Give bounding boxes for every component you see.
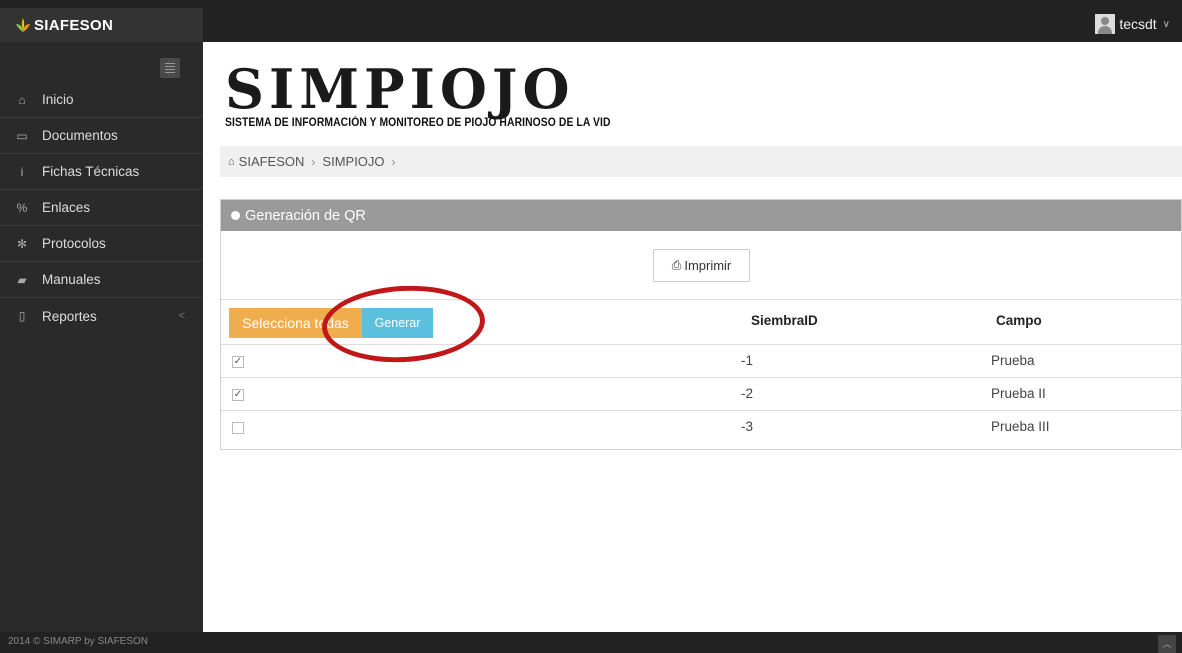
siembra-id-cell: -1	[741, 353, 754, 368]
print-icon: ⎙	[671, 258, 682, 272]
print-button-label: Imprimir	[684, 258, 732, 273]
sidebar-item-inicio[interactable]: ⌂ Inicio	[0, 82, 203, 118]
campo-cell: Prueba II	[991, 386, 1046, 401]
home-icon: ⌂	[18, 92, 26, 107]
sidebar-item-label: Protocolos	[42, 236, 106, 251]
user-menu[interactable]: tecsdt ∨	[1095, 14, 1170, 34]
table-row: ✓ -2 Prueba II	[221, 377, 1181, 410]
top-navbar: SIAFESON tecsdt ∨	[0, 0, 1182, 42]
file-icon: ▯	[18, 309, 26, 323]
panel-title: Generación de QR	[245, 207, 366, 224]
user-name: tecsdt	[1119, 16, 1157, 32]
footer: 2014 © SIMARP by SIAFESON ︿	[0, 632, 1182, 653]
sidebar-item-reportes[interactable]: ▯ Reportes <	[0, 298, 203, 334]
breadcrumb-separator: ›	[391, 154, 396, 169]
brand-name: SIAFESON	[34, 16, 114, 34]
circle-icon	[231, 211, 240, 220]
column-header-campo: Campo	[996, 313, 1042, 328]
chevron-left-icon: <	[178, 310, 185, 322]
info-icon: i	[20, 164, 24, 179]
gear-icon: ✻	[16, 236, 28, 251]
row-checkbox[interactable]: ✓	[232, 356, 244, 368]
sidebar-item-label: Inicio	[42, 92, 74, 107]
link-icon: %	[16, 200, 28, 215]
table-row: -3 Prueba III	[221, 410, 1181, 443]
sidebar-item-enlaces[interactable]: % Enlaces	[0, 190, 203, 226]
book-icon: ▰	[17, 272, 27, 287]
sidebar-item-label: Manuales	[42, 272, 101, 287]
sidebar-item-fichas-tecnicas[interactable]: i Fichas Técnicas	[0, 154, 203, 190]
campo-cell: Prueba III	[991, 419, 1050, 434]
print-button[interactable]: ⎙ Imprimir	[653, 249, 750, 282]
breadcrumb-separator: ›	[311, 154, 316, 169]
folder-icon: ▭	[16, 128, 28, 143]
sidebar-item-label: Enlaces	[42, 200, 91, 215]
panel-header: Generación de QR	[221, 200, 1181, 231]
sidebar-item-manuales[interactable]: ▰ Manuales	[0, 262, 203, 298]
page-subtitle: SISTEMA DE INFORMACIÓN Y MONITOREO DE PI…	[225, 117, 611, 129]
home-icon: ⌂	[228, 155, 235, 168]
sidebar-item-documentos[interactable]: ▭ Documentos	[0, 118, 203, 154]
breadcrumb-item-siafeson[interactable]: SIAFESON	[239, 154, 305, 169]
breadcrumb-item-simpiojo[interactable]: SIMPIOJO	[322, 154, 384, 169]
scroll-top-icon[interactable]: ︿	[1158, 635, 1176, 653]
brand[interactable]: SIAFESON	[0, 8, 203, 42]
sidebar-menu: ⌂ Inicio ▭ Documentos i Fichas Técnicas …	[0, 82, 203, 334]
column-header-siembraid: SiembraID	[751, 313, 818, 328]
footer-text: 2014 © SIMARP by SIAFESON	[8, 636, 149, 647]
page-title: SIMPIOJO	[225, 57, 575, 121]
chevron-down-icon: ∨	[1162, 18, 1170, 30]
siembra-id-cell: -2	[741, 386, 754, 401]
sidebar-item-label: Documentos	[42, 128, 118, 143]
sidebar-item-protocolos[interactable]: ✻ Protocolos	[0, 226, 203, 262]
sidebar-item-label: Reportes	[42, 308, 97, 324]
brand-logo-icon	[16, 18, 30, 32]
breadcrumb: ⌂ SIAFESON › SIMPIOJO ›	[220, 146, 1182, 177]
sidebar: ⌂ Inicio ▭ Documentos i Fichas Técnicas …	[0, 42, 203, 632]
avatar	[1095, 14, 1116, 34]
sidebar-item-label: Fichas Técnicas	[42, 164, 140, 179]
campo-cell: Prueba	[991, 353, 1035, 368]
siembra-id-cell: -3	[741, 419, 754, 434]
row-checkbox[interactable]	[232, 422, 244, 434]
menu-toggle-icon[interactable]	[160, 58, 180, 78]
row-checkbox[interactable]: ✓	[232, 389, 244, 401]
